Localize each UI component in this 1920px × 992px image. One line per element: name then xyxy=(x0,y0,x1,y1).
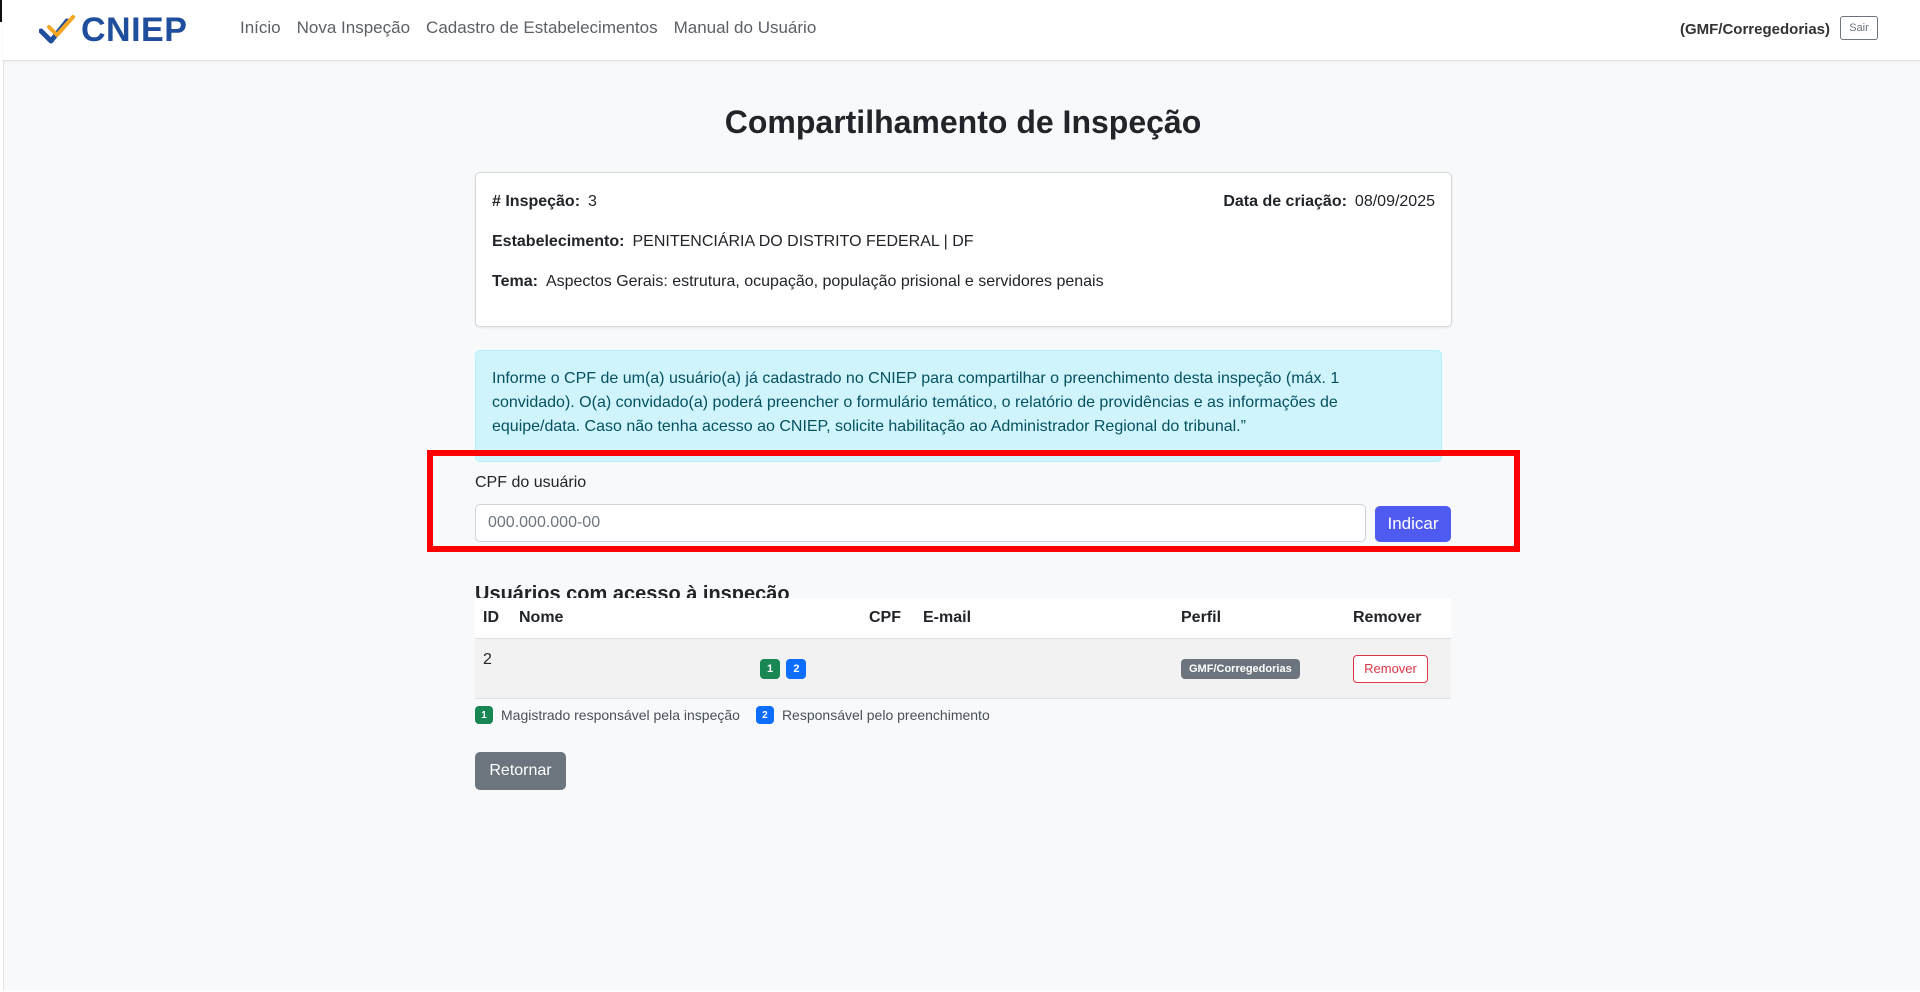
text-cursor xyxy=(0,0,2,22)
legend-label-2: Responsável pelo preenchimento xyxy=(781,707,990,723)
establishment-value: PENITENCIÁRIA DO DISTRITO FEDERAL | DF xyxy=(632,233,974,250)
column-header-cpf: CPF xyxy=(869,598,923,639)
return-button[interactable]: Retornar xyxy=(475,752,566,790)
creation-date-label: Data de criação: xyxy=(1223,193,1347,210)
user-profile-label: (GMF/Corregedorias) xyxy=(1679,21,1830,38)
column-header-remover: Remover xyxy=(1353,598,1451,639)
creation-date-value: 08/09/2025 xyxy=(1354,193,1435,210)
user-email-cell xyxy=(923,638,1181,699)
nav-link-nova-inspecao[interactable]: Nova Inspeção xyxy=(297,18,410,38)
remove-user-button[interactable]: Remover xyxy=(1353,654,1428,683)
cpf-input[interactable] xyxy=(475,504,1366,542)
inspection-number-value: 3 xyxy=(588,193,597,210)
main-nav: Início Nova Inspeção Cadastro de Estabel… xyxy=(240,18,816,38)
inspection-number-label: # Inspeção: xyxy=(492,193,581,210)
share-instructions-alert: Informe o CPF de um(a) usuário(a) já cad… xyxy=(475,350,1442,462)
top-navbar: CNIEP Início Nova Inspeção Cadastro de E… xyxy=(3,0,1920,61)
user-remove-cell: Remover xyxy=(1353,638,1451,699)
brand-name: CNIEP xyxy=(81,10,188,49)
column-header-id: ID xyxy=(475,598,519,639)
profile-badge: GMF/Corregedorias xyxy=(1181,658,1300,679)
establishment-label: Estabelecimento: xyxy=(492,233,625,250)
window-left-edge xyxy=(0,0,4,992)
inspection-info-card: # Inspeção: 3 Data de criação: 08/09/2025 … xyxy=(475,172,1452,327)
badge-magistrado: 1 xyxy=(760,658,780,679)
legend-label-1: Magistrado responsável pela inspeção xyxy=(501,707,740,723)
table-row: 2 1 2 GMF/Corregedorias Remover xyxy=(475,638,1451,699)
badge-preenchimento: 2 xyxy=(786,658,807,679)
inspection-number-row: # Inspeção: 3 xyxy=(492,193,597,211)
column-header-nome: Nome xyxy=(519,598,869,639)
theme-value: Aspectos Gerais: estrutura, ocupação, po… xyxy=(545,273,1104,290)
indicar-button[interactable]: Indicar xyxy=(1375,506,1451,542)
nav-link-manual-usuario[interactable]: Manual do Usuário xyxy=(674,18,817,38)
creation-date-row: Data de criação: 08/09/2025 xyxy=(1223,193,1435,211)
legend-badge-2: 2 xyxy=(755,706,774,724)
table-header-row: ID Nome CPF E-mail Perfil Remover xyxy=(475,598,1451,639)
nav-link-cadastro-estabelecimentos[interactable]: Cadastro de Estabelecimentos xyxy=(426,18,658,38)
column-header-email: E-mail xyxy=(923,598,1181,639)
user-cpf-cell xyxy=(869,638,923,699)
theme-row: Tema: Aspectos Gerais: estrutura, ocupaçã… xyxy=(492,273,1104,291)
theme-label: Tema: xyxy=(492,273,538,290)
column-header-perfil: Perfil xyxy=(1181,598,1353,639)
brand-logo[interactable]: CNIEP xyxy=(39,10,187,50)
user-id-cell: 2 xyxy=(475,638,519,699)
check-logo-icon xyxy=(39,15,75,44)
page-title: Compartilhamento de Inspeção xyxy=(724,104,1202,140)
legend-badge-1: 1 xyxy=(475,706,493,724)
cpf-field-label: CPF do usuário xyxy=(475,474,587,491)
users-table: ID Nome CPF E-mail Perfil Remover 2 1 2 … xyxy=(475,598,1451,699)
user-profile-cell: GMF/Corregedorias xyxy=(1181,638,1353,699)
logout-button[interactable]: Sair xyxy=(1840,16,1878,40)
user-name-cell: 1 2 xyxy=(519,638,869,699)
establishment-row: Estabelecimento: PENITENCIÁRIA DO DISTRIT… xyxy=(492,233,974,251)
nav-link-inicio[interactable]: Início xyxy=(240,18,281,38)
badge-legend: 1 Magistrado responsável pela inspeção 2… xyxy=(475,706,990,724)
